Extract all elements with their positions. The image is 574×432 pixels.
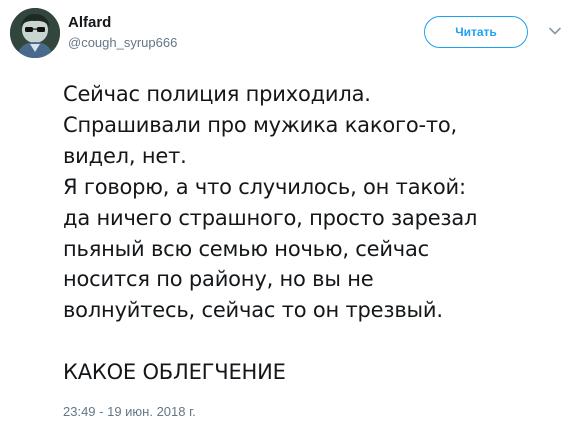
chevron-down-icon[interactable]: [546, 22, 564, 40]
tweet-line: носится по району, но вы не: [63, 267, 374, 292]
tweet-line: да ничего страшного, просто зарезал: [63, 205, 478, 230]
tweet-line: пьяный всю семью ночью, сейчас: [63, 236, 430, 261]
tweet-line: Сейчас полиция приходила.: [63, 82, 371, 106]
tweet-timestamp[interactable]: 23:49 - 19 июн. 2018 г.: [63, 404, 196, 420]
tweet-line: Я говорю, а что случилось, он такой:: [63, 174, 466, 199]
follow-button[interactable]: Читать: [424, 16, 528, 48]
tweet-card: Alfard @cough_syrup666 Читать Сейчас пол…: [0, 0, 574, 432]
user-handle[interactable]: @cough_syrup666: [68, 34, 177, 52]
anime-avatar-image: [10, 8, 60, 58]
tweet-text: Сейчас полиция приходила. Спрашивали про…: [63, 79, 563, 388]
tweet-line: Спрашивали про мужика какого-то,: [63, 112, 457, 137]
tweet-line: видел, нет.: [63, 143, 187, 168]
tweet-line: волнуйтесь, сейчас то он трезвый.: [63, 298, 443, 323]
tweet-header: Alfard @cough_syrup666 Читать: [10, 8, 566, 60]
avatar[interactable]: [10, 8, 60, 58]
display-name[interactable]: Alfard: [68, 14, 177, 32]
tweet-closing-line: КАКОЕ ОБЛЕГЧЕНИЕ: [63, 360, 286, 385]
author-names: Alfard @cough_syrup666: [68, 14, 177, 52]
